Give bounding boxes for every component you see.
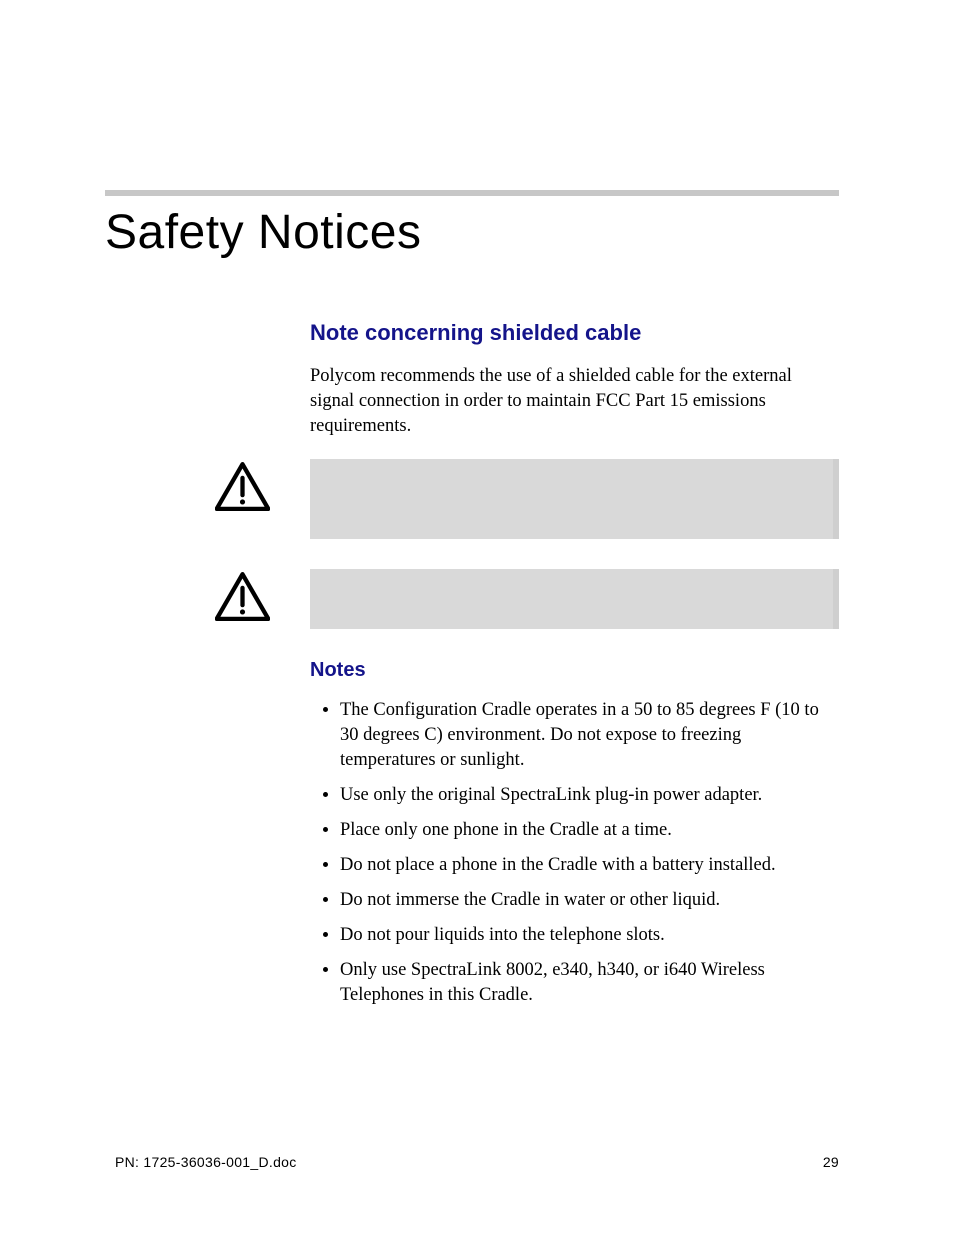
list-item: Place only one phone in the Cradle at a … — [340, 818, 839, 843]
content-column: Note concerning shielded cable Polycom r… — [310, 320, 839, 1018]
warning-text-box — [310, 569, 839, 629]
list-item: Do not place a phone in the Cradle with … — [340, 853, 839, 878]
notes-list: The Configuration Cradle operates in a 5… — [310, 698, 839, 1008]
warning-text-box — [310, 459, 839, 539]
page-title: Safety Notices — [105, 205, 421, 260]
list-item: Only use SpectraLink 8002, e340, h340, o… — [340, 958, 839, 1008]
section-heading-shielded-cable: Note concerning shielded cable — [310, 320, 839, 346]
section-heading-notes: Notes — [310, 659, 839, 682]
page-footer: PN: 1725-36036-001_D.doc 29 — [115, 1154, 839, 1170]
list-item: Do not immerse the Cradle in water or ot… — [340, 888, 839, 913]
warning-triangle-icon — [215, 569, 270, 624]
section-paragraph: Polycom recommends the use of a shielded… — [310, 364, 839, 439]
horizontal-rule — [105, 190, 839, 196]
footer-page-number: 29 — [823, 1154, 839, 1170]
footer-part-number: PN: 1725-36036-001_D.doc — [115, 1154, 297, 1170]
warning-triangle-icon — [215, 459, 270, 514]
list-item: Use only the original SpectraLink plug-i… — [340, 783, 839, 808]
warning-block-1 — [310, 459, 839, 539]
warning-block-2 — [310, 569, 839, 629]
list-item: The Configuration Cradle operates in a 5… — [340, 698, 839, 773]
list-item: Do not pour liquids into the telephone s… — [340, 923, 839, 948]
page: Safety Notices Note concerning shielded … — [0, 0, 954, 1235]
